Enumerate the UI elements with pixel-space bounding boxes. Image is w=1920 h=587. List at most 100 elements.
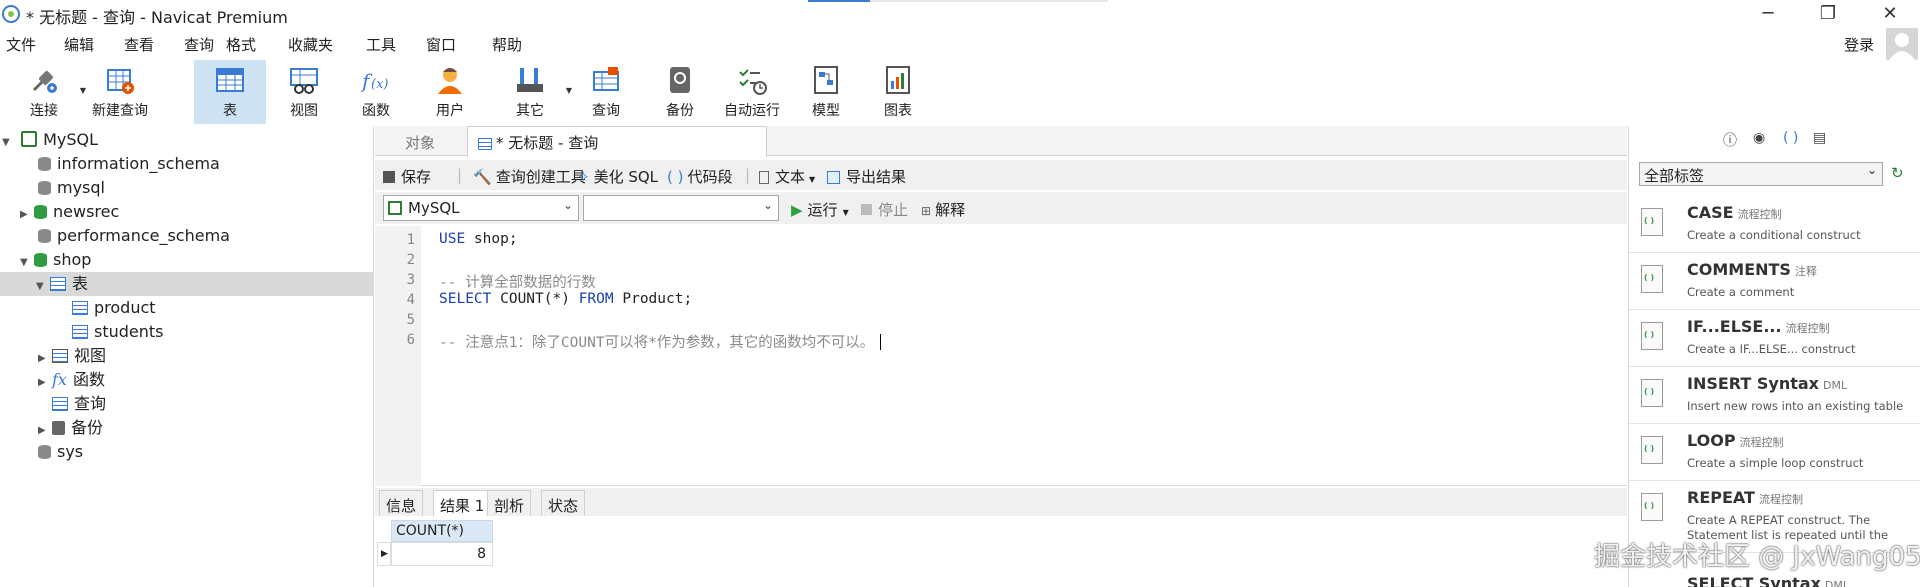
toolbar-view-button[interactable]: 视图 [268, 60, 340, 124]
menu-help[interactable]: 帮助 [492, 34, 522, 55]
tree-db-sys[interactable]: sys [38, 440, 83, 464]
tree-db-shop[interactable]: ▼ shop [20, 248, 91, 272]
model-icon [810, 64, 842, 96]
grid-row-marker[interactable]: ▶ [377, 542, 391, 566]
line-number: 4 [406, 292, 415, 308]
menu-query[interactable]: 查询 [184, 34, 214, 55]
chevron-right-icon[interactable]: ▶ [20, 203, 34, 227]
snippet-item[interactable]: CASE流程控制 Create a conditional construct [1629, 196, 1920, 253]
tab-result-1[interactable]: 结果 1 [433, 490, 492, 516]
menu-view[interactable]: 查看 [124, 34, 154, 55]
export-results-button[interactable]: 导出结果 [827, 166, 906, 187]
grid-cell[interactable]: 8 [391, 542, 493, 566]
database-select[interactable]: ⌄ [583, 195, 779, 221]
tag-filter-select[interactable]: 全部标签 ⌄ [1639, 162, 1883, 186]
stop-button[interactable]: 停止 [861, 199, 908, 220]
snippet-icon [1641, 379, 1663, 407]
tab-profile[interactable]: 剖析 [487, 490, 532, 516]
tab-info[interactable]: 信息 [379, 490, 424, 516]
mysql-connection-icon [388, 201, 402, 215]
tab-query[interactable]: * 无标题 - 查询 [467, 126, 767, 157]
toolbar-user-button[interactable]: 用户 [414, 60, 486, 124]
toolbar-other-button[interactable]: 其它 ▼ [494, 60, 572, 124]
toolbar-chart-button[interactable]: 图表 [862, 60, 934, 124]
chevron-down-icon[interactable]: ▼ [36, 275, 50, 299]
snippet-item[interactable]: LOOP流程控制 Create a simple loop construct [1629, 424, 1920, 481]
snippet-item[interactable]: COMMENTS注释 Create a comment [1629, 253, 1920, 310]
snippet-item[interactable]: IF...ELSE...流程控制 Create a IF...ELSE... c… [1629, 310, 1920, 367]
line-number-gutter: 1 2 3 4 5 6 [375, 226, 421, 486]
chevron-down-icon[interactable]: ▼ [809, 175, 815, 184]
button-label: 解释 [935, 201, 966, 219]
toolbar-new-query-button[interactable]: 新建查询 [84, 60, 156, 124]
eye-icon[interactable]: ◉ [1753, 130, 1765, 146]
text-button[interactable]: 文本 ▼ [759, 166, 815, 187]
menu-file[interactable]: 文件 [6, 34, 36, 55]
tree-db-mysql[interactable]: mysql [38, 176, 105, 200]
export-icon [827, 171, 840, 184]
menu-format[interactable]: 格式 [226, 34, 256, 55]
toolbar-label: 表 [223, 103, 237, 119]
tab-status[interactable]: 状态 [541, 490, 586, 516]
menu-favorites[interactable]: 收藏夹 [288, 34, 333, 55]
explain-button[interactable]: ⊞ 解释 [921, 199, 965, 220]
tree-db-performance-schema[interactable]: performance_schema [38, 224, 230, 248]
toolbar-connect-button[interactable]: 连接 ▼ [8, 60, 86, 124]
maximize-button[interactable]: ❐ [1800, 0, 1856, 28]
braces-icon[interactable]: ( ) [1783, 130, 1798, 146]
save-button[interactable]: 保存 [383, 166, 431, 187]
tree-shop-views[interactable]: ▶ 视图 [38, 344, 106, 368]
tree-label: mysql [57, 178, 105, 197]
layout-icon[interactable]: ▤ [1813, 130, 1826, 146]
toolbar-function-button[interactable]: f (x) 函数 [340, 60, 412, 124]
tree-db-information-schema[interactable]: information_schema [38, 152, 220, 176]
tree-table-students[interactable]: students [72, 320, 164, 344]
document-tabs: 对象 * 无标题 - 查询 [375, 126, 1627, 157]
menu-tools[interactable]: 工具 [366, 34, 396, 55]
run-button[interactable]: ▶ 运行 ▼ [791, 199, 849, 220]
toolbar-automation-button[interactable]: 自动运行 [716, 60, 788, 124]
database-icon [38, 181, 51, 195]
code-snippet-button[interactable]: ( ) 代码段 [667, 166, 733, 187]
refresh-icon[interactable]: ↻ [1891, 164, 1904, 182]
toolbar-backup-button[interactable]: 备份 [644, 60, 716, 124]
tab-objects[interactable]: 对象 [405, 132, 435, 153]
tree-shop-functions[interactable]: ▶ fx 函数 [38, 368, 105, 392]
tree-shop-queries[interactable]: 查询 [52, 392, 106, 416]
tree-label: students [94, 322, 164, 341]
toolbar-label: 新建查询 [92, 103, 148, 119]
beautify-sql-button[interactable]: ✧ 美化 SQL [577, 166, 658, 187]
database-icon [38, 445, 51, 459]
grid-column-header[interactable]: COUNT(*) [391, 520, 493, 542]
toolbar-label: 查询 [592, 103, 620, 119]
toolbar-label: 连接 [30, 103, 58, 119]
chevron-right-icon[interactable]: ▶ [38, 371, 52, 395]
button-label: 查询创建工具 [495, 168, 586, 186]
tree-label: 函数 [72, 370, 105, 389]
toolbar-query-button[interactable]: 查询 [570, 60, 642, 124]
menu-window[interactable]: 窗口 [426, 34, 456, 55]
info-icon[interactable]: ⓘ [1723, 130, 1737, 150]
menu-edit[interactable]: 编辑 [64, 34, 94, 55]
tree-shop-backups[interactable]: ▶ 备份 [38, 416, 103, 440]
snippet-item[interactable]: SELECT Syntax DML [1629, 574, 1920, 587]
snippet-name: LOOP [1687, 431, 1736, 450]
tree-table-product[interactable]: product [72, 296, 156, 320]
query-icon [590, 64, 622, 96]
login-link[interactable]: 登录 [1844, 34, 1874, 55]
user-icon [434, 64, 466, 96]
connection-select[interactable]: MySQL ⌄ [383, 195, 579, 221]
minimize-button[interactable]: ─ [1740, 0, 1796, 28]
tree-connection-mysql[interactable]: ▼ MySQL [2, 128, 98, 152]
toolbar-model-button[interactable]: 模型 [790, 60, 862, 124]
query-builder-button[interactable]: 🔨 查询创建工具 [473, 166, 586, 187]
chevron-down-icon[interactable]: ▼ [843, 208, 849, 217]
tree-shop-tables[interactable]: ▼ 表 [0, 272, 373, 296]
close-button[interactable]: ✕ [1862, 0, 1918, 28]
avatar[interactable] [1886, 28, 1918, 60]
toolbar-table-button[interactable]: 表 [194, 60, 266, 124]
tree-db-newsrec[interactable]: ▶ newsrec [20, 200, 119, 224]
sql-editor[interactable]: 1 2 3 4 5 6 USE shop; -- 计算全部数据的行数 SELEC… [375, 226, 1627, 486]
chevron-down-icon[interactable]: ▼ [2, 131, 16, 155]
snippet-item[interactable]: INSERT Syntax DML Insert new rows into an… [1629, 367, 1920, 424]
